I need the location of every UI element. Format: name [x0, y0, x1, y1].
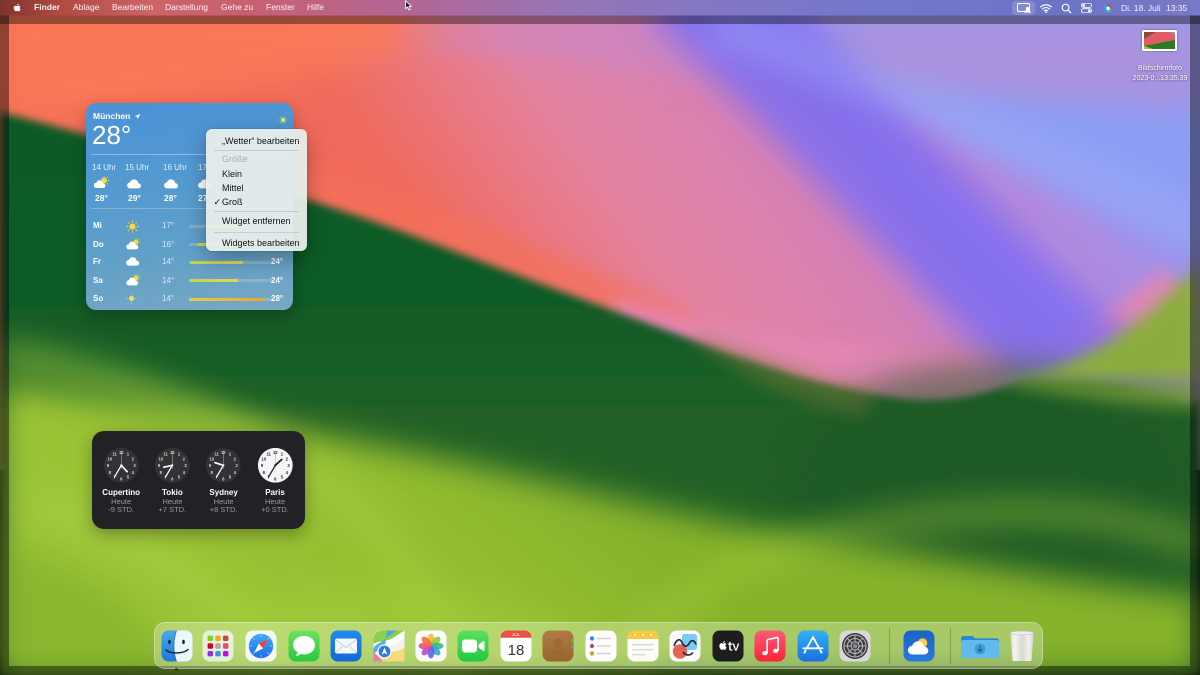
svg-text:12: 12: [119, 450, 124, 455]
svg-text:JUL: JUL: [512, 632, 521, 637]
svg-text:18: 18: [508, 642, 525, 659]
svg-text:11: 11: [266, 452, 271, 457]
svg-text:10: 10: [210, 456, 215, 461]
svg-text:10: 10: [107, 456, 112, 461]
svg-text:11: 11: [112, 452, 117, 457]
svg-text:12: 12: [273, 450, 278, 455]
svg-text:11: 11: [164, 452, 169, 457]
svg-text:12: 12: [221, 450, 226, 455]
svg-text:10: 10: [159, 456, 164, 461]
svg-text:10: 10: [261, 456, 266, 461]
svg-text:12: 12: [170, 450, 175, 455]
svg-text:11: 11: [215, 452, 220, 457]
